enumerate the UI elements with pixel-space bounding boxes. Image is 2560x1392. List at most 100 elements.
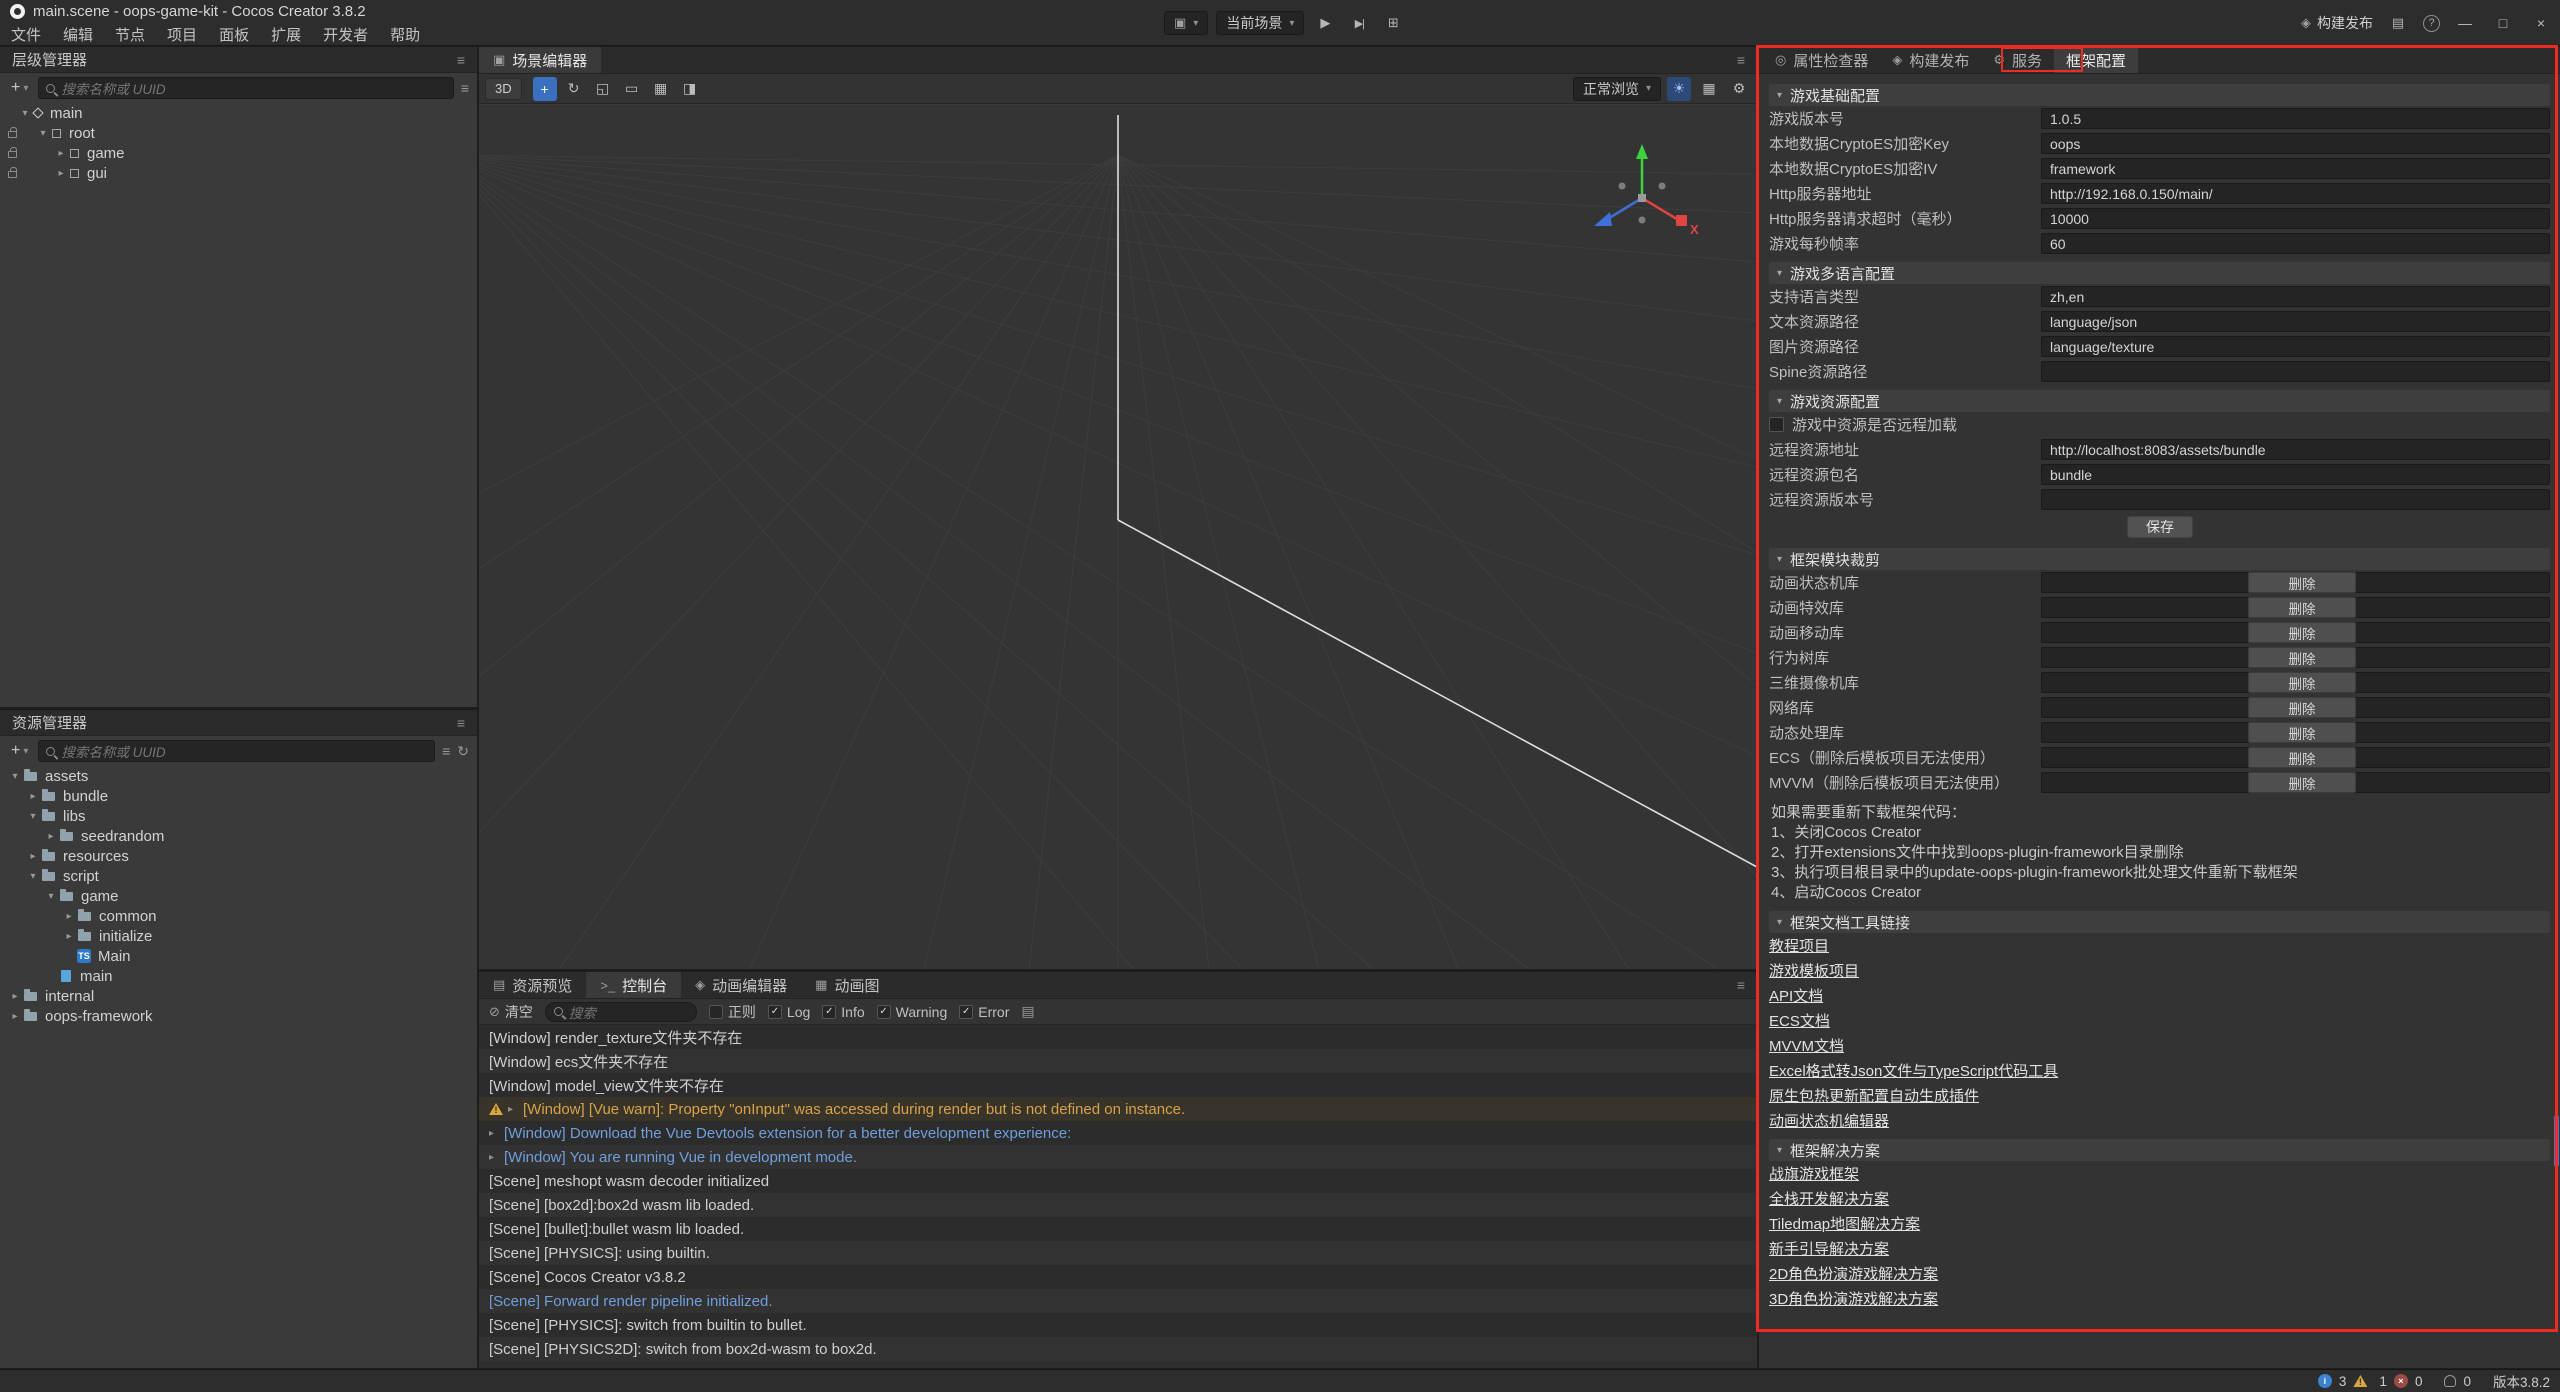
- chevron-down-icon[interactable]: ▾: [36, 128, 50, 139]
- menu-item-project[interactable]: 项目: [156, 24, 208, 45]
- tree-node-gui[interactable]: ▸ gui: [0, 163, 477, 183]
- tree-node-main[interactable]: ▾ main: [0, 103, 477, 123]
- log-row-warning[interactable]: ▸[Window] [Vue warn]: Property "onInput"…: [479, 1097, 1757, 1121]
- crypto-iv-input[interactable]: framework: [2041, 158, 2550, 179]
- solution-link[interactable]: 3D角色扮演游戏解决方案: [1769, 1288, 1938, 1309]
- chevron-right-icon[interactable]: ▸: [44, 831, 58, 842]
- crypto-key-input[interactable]: oops: [2041, 133, 2550, 154]
- rect-tool-icon[interactable]: ▭: [620, 77, 644, 101]
- fps-input[interactable]: 60: [2041, 233, 2550, 254]
- delete-module-button[interactable]: 删除: [2248, 747, 2356, 768]
- menu-item-node[interactable]: 节点: [104, 24, 156, 45]
- asset-row-assets[interactable]: ▾assets: [0, 766, 477, 786]
- menu-item-help[interactable]: 帮助: [379, 24, 431, 45]
- section-solutions[interactable]: ▾框架解决方案: [1769, 1139, 2550, 1161]
- lighting-toggle-icon[interactable]: ☀: [1667, 77, 1691, 101]
- asset-row-initialize[interactable]: ▸initialize: [0, 926, 477, 946]
- checkbox-icon[interactable]: [877, 1005, 891, 1019]
- tab-framework-config[interactable]: 框架配置: [2054, 47, 2138, 73]
- chevron-down-icon[interactable]: ▾: [8, 771, 22, 782]
- log-row-info[interactable]: ▸[Window] Download the Vue Devtools exte…: [479, 1121, 1757, 1145]
- log-row[interactable]: [Scene] [PHYSICS]: using builtin.: [479, 1241, 1757, 1265]
- doc-link[interactable]: Excel格式转Json文件与TypeScript代码工具: [1769, 1060, 2058, 1081]
- filter-log[interactable]: Log: [768, 1004, 810, 1020]
- doc-link[interactable]: ECS文档: [1769, 1010, 1830, 1031]
- log-row[interactable]: [Window] ecs文件夹不存在: [479, 1049, 1757, 1073]
- delete-module-button[interactable]: 删除: [2248, 622, 2356, 643]
- sort-icon[interactable]: ≡: [442, 743, 450, 759]
- expand-arrow-icon[interactable]: ▸: [489, 1128, 504, 1139]
- chevron-down-icon[interactable]: ▾: [18, 108, 32, 119]
- preview-platform-select[interactable]: ▣▾: [1164, 11, 1208, 35]
- solution-link[interactable]: Tiledmap地图解决方案: [1769, 1213, 1920, 1234]
- doc-link[interactable]: 原生包热更新配置自动生成插件: [1769, 1085, 1979, 1106]
- doc-link[interactable]: MVVM文档: [1769, 1035, 1844, 1056]
- lock-icon[interactable]: [8, 151, 17, 158]
- refresh-icon[interactable]: ↻: [457, 743, 469, 760]
- delete-module-button[interactable]: 删除: [2248, 722, 2356, 743]
- remote-url-input[interactable]: http://localhost:8083/assets/bundle: [2041, 439, 2550, 460]
- minimize-button[interactable]: —: [2452, 10, 2478, 36]
- panel-menu-icon[interactable]: ≡: [1737, 972, 1757, 998]
- filter-regex[interactable]: 正则: [709, 1002, 756, 1022]
- doc-link[interactable]: 游戏模板项目: [1769, 960, 1859, 981]
- scrollbar-thumb[interactable]: [2554, 1115, 2559, 1167]
- extension-store-icon[interactable]: ▤: [2385, 11, 2411, 35]
- tab-property-inspector[interactable]: ◎属性检查器: [1763, 47, 1880, 73]
- log-row[interactable]: [Scene] meshopt wasm decoder initialized: [479, 1169, 1757, 1193]
- tab-animation-graph[interactable]: ▦动画图: [801, 972, 893, 998]
- delete-module-button[interactable]: 删除: [2248, 597, 2356, 618]
- asset-row-resources[interactable]: ▸resources: [0, 846, 477, 866]
- delete-module-button[interactable]: 删除: [2248, 572, 2356, 593]
- delete-module-button[interactable]: 删除: [2248, 647, 2356, 668]
- log-row[interactable]: [Scene] Cocos Creator v3.8.2: [479, 1265, 1757, 1289]
- tree-node-root[interactable]: ▾ root: [0, 123, 477, 143]
- delete-module-button[interactable]: 删除: [2248, 772, 2356, 793]
- log-row[interactable]: [Scene] [PHYSICS]: switch from builtin t…: [479, 1313, 1757, 1337]
- menu-item-developer[interactable]: 开发者: [312, 24, 379, 45]
- scale-tool-icon[interactable]: ◱: [591, 77, 615, 101]
- asset-row-internal[interactable]: ▸internal: [0, 986, 477, 1006]
- filter-warning[interactable]: Warning: [877, 1004, 948, 1020]
- checkbox-icon[interactable]: [959, 1005, 973, 1019]
- lock-icon[interactable]: [8, 131, 17, 138]
- checkbox-icon[interactable]: [709, 1005, 723, 1019]
- console-search-input[interactable]: 搜索: [545, 1002, 697, 1022]
- help-icon[interactable]: ?: [2423, 15, 2440, 32]
- section-language[interactable]: ▾游戏多语言配置: [1769, 262, 2550, 284]
- preview-window-button[interactable]: ⊞: [1380, 11, 1406, 35]
- tab-scene-editor[interactable]: ▣ 场景编辑器: [479, 47, 601, 73]
- filter-icon[interactable]: ≡: [461, 80, 469, 96]
- menu-item-panel[interactable]: 面板: [208, 24, 260, 45]
- asset-row-script[interactable]: ▾script: [0, 866, 477, 886]
- chevron-right-icon[interactable]: ▸: [62, 911, 76, 922]
- http-timeout-input[interactable]: 10000: [2041, 208, 2550, 229]
- chevron-down-icon[interactable]: ▾: [44, 891, 58, 902]
- filter-info[interactable]: Info: [822, 1004, 864, 1020]
- chevron-right-icon[interactable]: ▸: [26, 851, 40, 862]
- rotate-tool-icon[interactable]: ↻: [562, 77, 586, 101]
- chevron-right-icon[interactable]: ▸: [62, 931, 76, 942]
- solution-link[interactable]: 战旗游戏框架: [1769, 1163, 1859, 1184]
- grid-visibility-icon[interactable]: ▦: [1697, 77, 1721, 101]
- asset-row-main-ts[interactable]: TSMain: [0, 946, 477, 966]
- save-button[interactable]: 保存: [2127, 516, 2193, 538]
- error-count-icon[interactable]: ×: [2394, 1374, 2408, 1388]
- section-doc-links[interactable]: ▾框架文档工具链接: [1769, 911, 2550, 933]
- chevron-right-icon[interactable]: ▸: [26, 791, 40, 802]
- solution-link[interactable]: 全栈开发解决方案: [1769, 1188, 1889, 1209]
- delete-module-button[interactable]: 删除: [2248, 672, 2356, 693]
- scene-viewport[interactable]: X: [479, 105, 1757, 969]
- log-row[interactable]: [Window] model_view文件夹不存在: [479, 1073, 1757, 1097]
- expand-arrow-icon[interactable]: ▸: [508, 1104, 523, 1115]
- checkbox-icon[interactable]: [822, 1005, 836, 1019]
- chevron-down-icon[interactable]: ▾: [26, 871, 40, 882]
- assets-search-input[interactable]: 搜索名称或 UUID: [38, 740, 435, 762]
- menu-item-file[interactable]: 文件: [0, 24, 52, 45]
- gizmo-space-icon[interactable]: ▦: [649, 77, 673, 101]
- log-row-info[interactable]: [Scene] Forward render pipeline initiali…: [479, 1289, 1757, 1313]
- tree-node-game[interactable]: ▸ game: [0, 143, 477, 163]
- chevron-right-icon[interactable]: ▸: [8, 991, 22, 1002]
- orientation-gizmo[interactable]: X: [1582, 140, 1702, 250]
- clear-console-button[interactable]: ⊘清空: [489, 1002, 533, 1022]
